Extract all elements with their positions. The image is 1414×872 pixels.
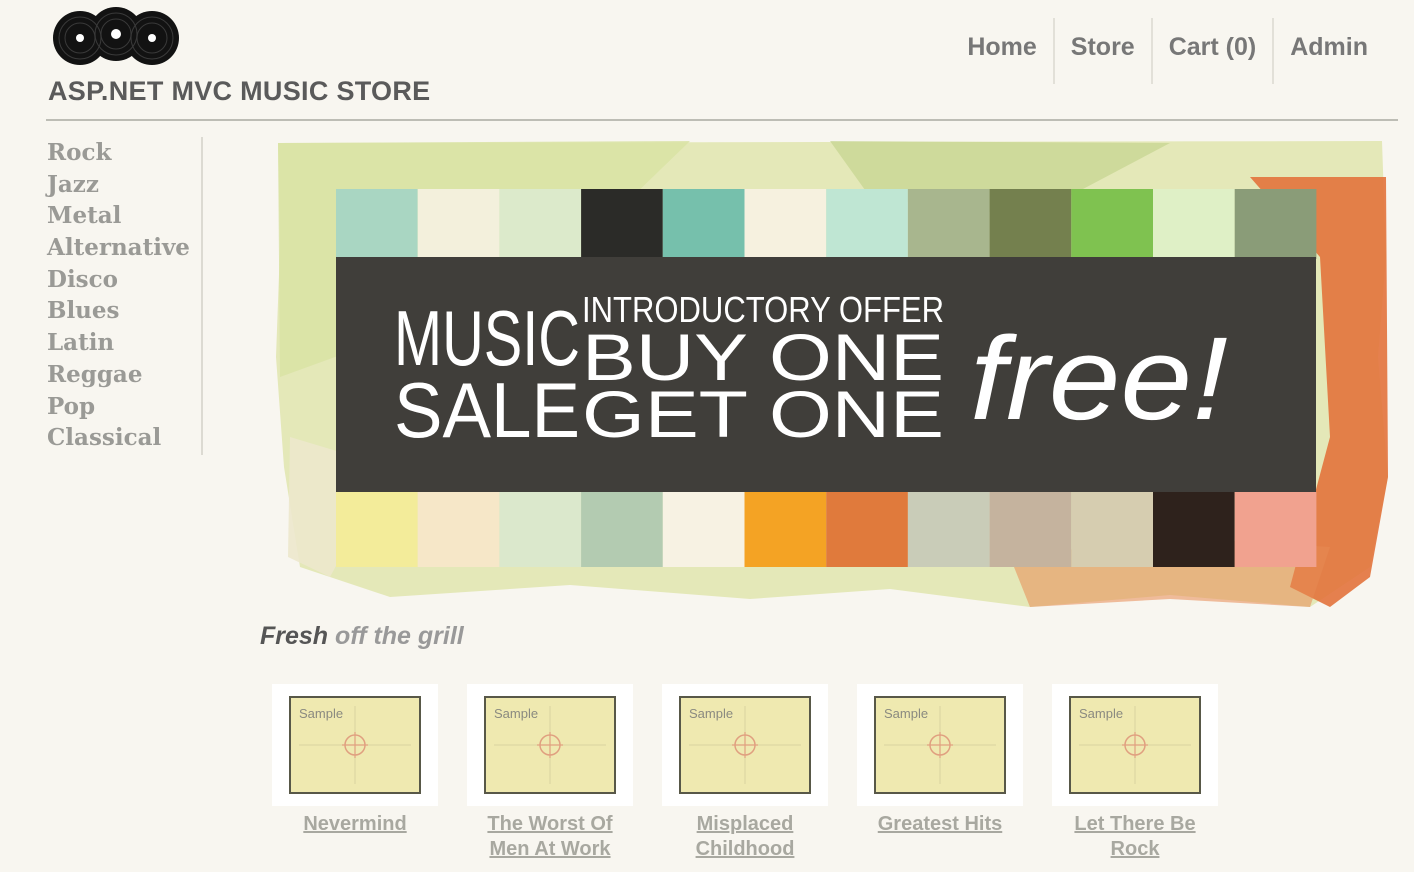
album-art-placeholder: Sample [679, 696, 811, 794]
album-title-link[interactable]: Greatest Hits [857, 812, 1023, 837]
album-title-link[interactable]: Misplaced Childhood [662, 812, 828, 862]
banner-square [1153, 492, 1235, 567]
banner-square [989, 492, 1072, 567]
banner-square [744, 189, 827, 259]
crosshair-icon [884, 706, 996, 784]
crosshair-icon [494, 706, 606, 784]
genre-link-disco[interactable]: Disco [47, 264, 201, 296]
genre-link-jazz[interactable]: Jazz [47, 169, 201, 201]
genre-link-classical[interactable]: Classical [47, 422, 201, 454]
banner-square [499, 189, 582, 259]
banner-free-text: free! [970, 313, 1228, 445]
genre-link-blues[interactable]: Blues [47, 295, 201, 327]
album-thumbnail[interactable]: Sample [272, 684, 438, 806]
genre-link-alternative[interactable]: Alternative [47, 232, 201, 264]
album-list: Sample Nevermind Sample The Worst Of Men At… [272, 684, 1247, 862]
banner-square [907, 189, 990, 259]
nav-home[interactable]: Home [951, 18, 1052, 84]
banner-square [662, 189, 745, 259]
album-title-link[interactable]: Let There Be Rock [1052, 812, 1218, 862]
nav-admin[interactable]: Admin [1272, 18, 1384, 84]
album-thumbnail[interactable]: Sample [662, 684, 828, 806]
fresh-heading: Fresh off the grill [260, 622, 464, 651]
album-item: Sample Let There Be Rock [1052, 684, 1247, 862]
banner-square [1234, 189, 1317, 259]
banner-square [417, 189, 500, 259]
genre-link-reggae[interactable]: Reggae [47, 359, 201, 391]
crosshair-icon [689, 706, 801, 784]
banner-square [1234, 492, 1317, 567]
album-item: Sample The Worst Of Men At Work [467, 684, 662, 862]
site-title: ASP.NET MVC MUSIC STORE [48, 76, 431, 106]
logo-records-icon[interactable] [50, 2, 182, 68]
nav-store[interactable]: Store [1052, 18, 1151, 84]
crosshair-icon [299, 706, 411, 784]
main-nav: Home Store Cart (0) Admin [951, 18, 1384, 84]
nav-cart[interactable]: Cart (0) [1150, 18, 1273, 84]
banner-square [581, 189, 663, 259]
banner-sale-text: SALE [394, 366, 580, 454]
banner-get-text: GET ONE [582, 377, 944, 451]
album-art-placeholder: Sample [484, 696, 616, 794]
banner-square [989, 189, 1072, 259]
banner-square [1071, 492, 1153, 567]
album-title-link[interactable]: The Worst Of Men At Work [467, 812, 633, 862]
banner-square [499, 492, 582, 567]
crosshair-icon [1079, 706, 1191, 784]
banner-square [417, 492, 500, 567]
genre-menu: Rock Jazz Metal Alternative Disco Blues Latin R… [47, 137, 203, 455]
album-item: Sample Greatest Hits [857, 684, 1052, 862]
album-art-placeholder: Sample [874, 696, 1006, 794]
fresh-heading-rest: off the grill [335, 622, 464, 650]
genre-link-latin[interactable]: Latin [47, 327, 201, 359]
album-thumbnail[interactable]: Sample [857, 684, 1023, 806]
genre-link-rock[interactable]: Rock [47, 137, 201, 169]
album-item: Sample Nevermind [272, 684, 467, 862]
banner-square [581, 492, 663, 567]
album-art-placeholder: Sample [1069, 696, 1201, 794]
genre-link-pop[interactable]: Pop [47, 391, 201, 423]
genre-link-metal[interactable]: Metal [47, 200, 201, 232]
banner-square [1071, 189, 1153, 259]
banner-square [826, 189, 908, 259]
fresh-heading-lead: Fresh [260, 622, 329, 650]
banner-square [1153, 189, 1235, 259]
banner-square [336, 189, 418, 259]
banner-square [907, 492, 990, 567]
banner-square [336, 492, 418, 567]
album-art-placeholder: Sample [289, 696, 421, 794]
banner-square [662, 492, 745, 567]
banner-square [826, 492, 908, 567]
album-item: Sample Misplaced Childhood [662, 684, 857, 862]
header-divider [46, 119, 1398, 121]
banner-square [744, 492, 827, 567]
album-thumbnail[interactable]: Sample [1052, 684, 1218, 806]
album-thumbnail[interactable]: Sample [467, 684, 633, 806]
promo-banner: MUSIC SALE INTRODUCTORY OFFER BUY ONE GE… [270, 137, 1390, 617]
album-title-link[interactable]: Nevermind [272, 812, 438, 837]
